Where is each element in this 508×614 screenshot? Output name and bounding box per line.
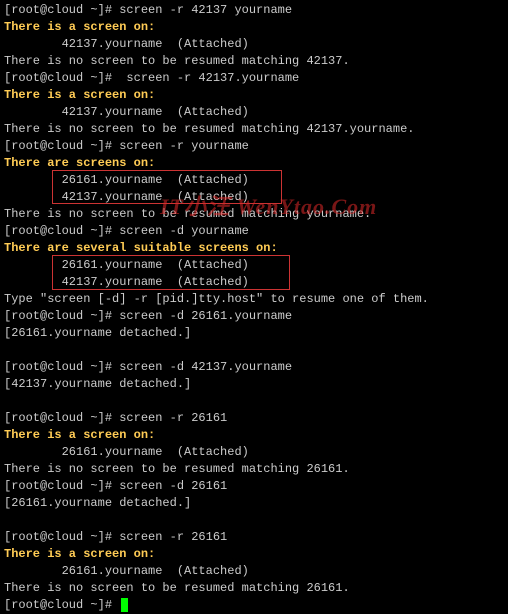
terminal-text: [root@cloud ~]# screen -r yourname xyxy=(4,139,249,153)
terminal-line: [root@cloud ~]# screen -d yourname xyxy=(4,223,504,240)
terminal-line: [26161.yourname detached.] xyxy=(4,325,504,342)
terminal-text: [root@cloud ~]# xyxy=(4,598,119,612)
terminal-line: There is no screen to be resumed matchin… xyxy=(4,206,504,223)
terminal-line: [26161.yourname detached.] xyxy=(4,495,504,512)
terminal-line: There is a screen on: xyxy=(4,427,504,444)
terminal-text: [root@cloud ~]# screen -d 26161.yourname xyxy=(4,309,292,323)
terminal-text: There is no screen to be resumed matchin… xyxy=(4,122,414,136)
terminal-text: [26161.yourname detached.] xyxy=(4,326,191,340)
terminal-line: 26161.yourname (Attached) xyxy=(4,257,504,274)
terminal-line: [42137.yourname detached.] xyxy=(4,376,504,393)
terminal-line: There is a screen on: xyxy=(4,546,504,563)
terminal-line: 26161.yourname (Attached) xyxy=(4,444,504,461)
terminal-line: There are screens on: xyxy=(4,155,504,172)
terminal-text: 26161.yourname (Attached) xyxy=(4,258,249,272)
terminal-line: [root@cloud ~]# screen -r yourname xyxy=(4,138,504,155)
terminal-text: 26161.yourname (Attached) xyxy=(4,445,249,459)
terminal-line: [root@cloud ~]# screen -r 42137.yourname xyxy=(4,70,504,87)
terminal-line: There is no screen to be resumed matchin… xyxy=(4,580,504,597)
terminal-line: [root@cloud ~]# screen -r 26161 xyxy=(4,529,504,546)
terminal-text: [root@cloud ~]# screen -d yourname xyxy=(4,224,249,238)
terminal-line xyxy=(4,342,504,359)
terminal-line: There is a screen on: xyxy=(4,87,504,104)
terminal-line: There is no screen to be resumed matchin… xyxy=(4,461,504,478)
terminal-line: There are several suitable screens on: xyxy=(4,240,504,257)
terminal-text: 26161.yourname (Attached) xyxy=(4,173,249,187)
terminal-text: There is a screen on: xyxy=(4,428,155,442)
terminal-text: 42137.yourname (Attached) xyxy=(4,105,249,119)
terminal-text: 42137.yourname (Attached) xyxy=(4,275,249,289)
terminal-line: 42137.yourname (Attached) xyxy=(4,36,504,53)
terminal-text: There is no screen to be resumed matchin… xyxy=(4,581,350,595)
terminal-text: [root@cloud ~]# screen -d 42137.yourname xyxy=(4,360,292,374)
terminal-text: There is no screen to be resumed matchin… xyxy=(4,207,371,221)
terminal-line xyxy=(4,512,504,529)
terminal-text: [root@cloud ~]# screen -d 26161 xyxy=(4,479,227,493)
terminal-text: 26161.yourname (Attached) xyxy=(4,564,249,578)
terminal-text: 42137.yourname (Attached) xyxy=(4,37,249,51)
terminal-text: There is no screen to be resumed matchin… xyxy=(4,54,350,68)
terminal-line: 26161.yourname (Attached) xyxy=(4,563,504,580)
cursor xyxy=(121,598,128,612)
terminal-line xyxy=(4,393,504,410)
terminal-line: [root@cloud ~]# xyxy=(4,597,504,614)
terminal-line: [root@cloud ~]# screen -d 42137.yourname xyxy=(4,359,504,376)
terminal-line: Type "screen [-d] -r [pid.]tty.host" to … xyxy=(4,291,504,308)
terminal-text: There is a screen on: xyxy=(4,547,155,561)
terminal-line: [root@cloud ~]# screen -d 26161 xyxy=(4,478,504,495)
terminal-line: 26161.yourname (Attached) xyxy=(4,172,504,189)
terminal-text: There is no screen to be resumed matchin… xyxy=(4,462,350,476)
terminal-text: [root@cloud ~]# screen -r 42137.yourname xyxy=(4,71,299,85)
terminal-line: 42137.yourname (Attached) xyxy=(4,189,504,206)
terminal-line: There is no screen to be resumed matchin… xyxy=(4,53,504,70)
terminal-text: [root@cloud ~]# xyxy=(4,3,119,17)
terminal-output[interactable]: [root@cloud ~]# screen -r 42137 yourname… xyxy=(4,2,504,614)
terminal-line: [root@cloud ~]# screen -r 26161 xyxy=(4,410,504,427)
terminal-line: 42137.yourname (Attached) xyxy=(4,274,504,291)
terminal-line: [root@cloud ~]# screen -d 26161.yourname xyxy=(4,308,504,325)
terminal-text: [26161.yourname detached.] xyxy=(4,496,191,510)
terminal-text: [42137.yourname detached.] xyxy=(4,377,191,391)
terminal-line: There is no screen to be resumed matchin… xyxy=(4,121,504,138)
terminal-line: 42137.yourname (Attached) xyxy=(4,104,504,121)
terminal-text: There is a screen on: xyxy=(4,20,155,34)
terminal-text: [root@cloud ~]# screen -r 26161 xyxy=(4,530,227,544)
terminal-text: Type "screen [-d] -r [pid.]tty.host" to … xyxy=(4,292,429,306)
terminal-line: [root@cloud ~]# screen -r 42137 yourname xyxy=(4,2,504,19)
terminal-text: [root@cloud ~]# screen -r 26161 xyxy=(4,411,227,425)
terminal-text: 42137.yourname (Attached) xyxy=(4,190,249,204)
terminal-text: screen -r 42137 yourname xyxy=(119,3,292,17)
terminal-line: There is a screen on: xyxy=(4,19,504,36)
terminal-text: There are screens on: xyxy=(4,156,155,170)
terminal-text: There are several suitable screens on: xyxy=(4,241,278,255)
terminal-text: There is a screen on: xyxy=(4,88,155,102)
